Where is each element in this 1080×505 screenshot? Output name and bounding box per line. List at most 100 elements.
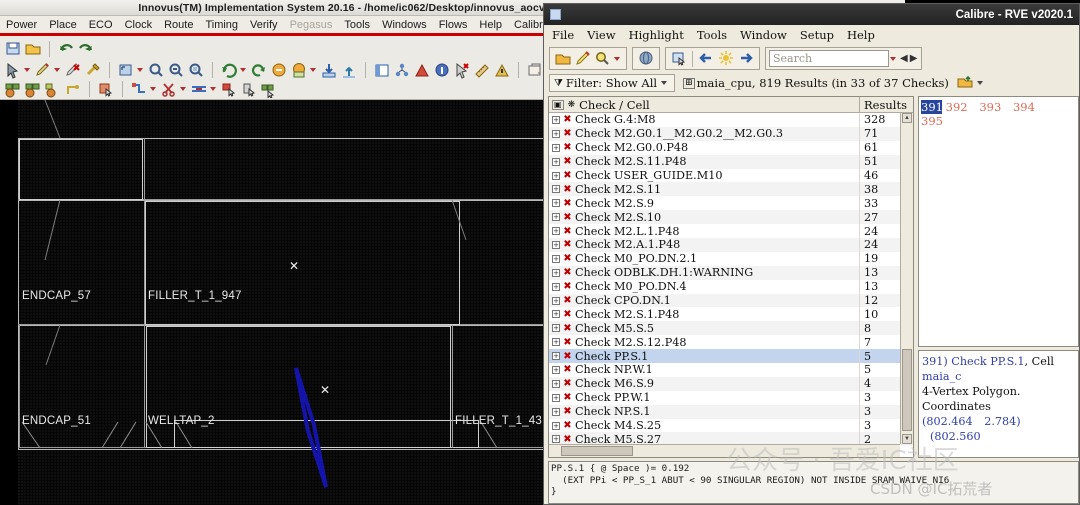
expand-icon[interactable]: + [552, 171, 560, 180]
menu-windows[interactable]: Windows [382, 19, 427, 31]
calibre-menu-file[interactable]: File [552, 28, 574, 42]
expand-icon[interactable]: + [552, 282, 560, 291]
spread-wires-icon[interactable] [190, 81, 208, 98]
chevron-down-icon[interactable] [661, 81, 668, 85]
layout-canvas[interactable]: ENDCAP_57 FILLER_T_1_947 ENDCAP_51 WELLT… [0, 100, 545, 505]
expand-icon[interactable]: + [552, 379, 560, 388]
redraw-icon[interactable] [220, 62, 238, 79]
menu-power[interactable]: Power [6, 19, 37, 31]
table-row[interactable]: + ✖ Check M2.S.10 27 [549, 210, 913, 225]
chevron-down-icon[interactable] [310, 68, 316, 72]
table-row[interactable]: + ✖ Check PP.S.1 5 [549, 349, 913, 364]
select-pointer-icon[interactable] [4, 62, 22, 79]
place-cells-icon[interactable] [4, 81, 22, 98]
result-number-394[interactable]: 394 [1013, 100, 1043, 114]
expand-icon[interactable]: + [552, 435, 560, 444]
highlight-sun-icon[interactable] [717, 50, 735, 67]
expand-icon[interactable]: + [552, 129, 560, 138]
table-row[interactable]: + ✖ Check G.4:M8 328 [549, 113, 913, 127]
table-row[interactable]: + ✖ Check M2.S.11 38 [549, 182, 913, 197]
calibre-menu-tools[interactable]: Tools [697, 28, 727, 42]
open-design-icon[interactable] [24, 40, 42, 57]
check-list-vertical-scrollbar[interactable]: ▲ ▼ [900, 113, 913, 444]
expand-icon[interactable]: + [552, 115, 560, 124]
chevron-down-icon[interactable] [240, 68, 246, 72]
undo-icon[interactable] [57, 40, 75, 57]
via-edit-icon[interactable] [240, 81, 258, 98]
refine-place-icon[interactable] [24, 81, 42, 98]
info-icon[interactable] [433, 62, 451, 79]
zoom-tool-icon[interactable] [594, 50, 612, 67]
eco-place-icon[interactable] [44, 81, 62, 98]
expand-icon[interactable]: + [552, 227, 560, 236]
expand-icon[interactable]: + [552, 268, 560, 277]
result-number-393[interactable]: 393 [979, 100, 1009, 114]
calibre-menu-view[interactable]: View [587, 28, 615, 42]
export-results-icon[interactable] [957, 75, 975, 92]
delete-wire-icon[interactable] [64, 62, 82, 79]
redo-icon[interactable] [77, 40, 95, 57]
calibre-menu-window[interactable]: Window [740, 28, 787, 42]
table-row[interactable]: + ✖ Check NP.W.1 5 [549, 363, 913, 377]
horizontal-scroll-thumb[interactable] [561, 446, 633, 456]
table-row[interactable]: + ✖ Check ODBLK.DH.1:WARNING 13 [549, 265, 913, 280]
hierarchy-icon[interactable] [393, 62, 411, 79]
table-row[interactable]: + ✖ Check M5.S.5 8 [549, 321, 913, 336]
route-icon[interactable] [130, 81, 148, 98]
save-snapshot-icon[interactable] [290, 62, 308, 79]
clear-violations-icon[interactable] [453, 62, 471, 79]
menu-tools[interactable]: Tools [344, 19, 370, 31]
table-row[interactable]: + ✖ Check M2.S.9 33 [549, 196, 913, 211]
expand-icon[interactable]: + [552, 393, 560, 402]
column-header-check-cell[interactable]: ▣ ❋ Check / Cell [549, 98, 859, 112]
zoom-selection-icon[interactable] [187, 62, 205, 79]
table-row[interactable]: + ✖ Check M2.G0.1__M2.G0.2__M2.G0.3 71 [549, 126, 913, 141]
result-number-391[interactable]: 391 [921, 100, 943, 114]
open-folder-icon[interactable] [554, 50, 572, 67]
power-route-icon[interactable] [260, 81, 278, 98]
check-list-rows[interactable]: + ✖ Check G.4:M8 328 + ✖ Check M2.G0.1__M2.G0.… [549, 113, 913, 447]
expand-icon[interactable]: + [552, 407, 560, 416]
scroll-down-icon[interactable]: ▼ [902, 434, 912, 444]
sphere-icon[interactable] [637, 50, 655, 67]
result-detail-pane[interactable]: 391) Check PP.S.1, Cell maia_c 4-Vertex … [918, 350, 1079, 458]
table-row[interactable]: + ✖ Check PP.W.1 3 [549, 390, 913, 405]
save-design-icon[interactable] [4, 40, 22, 57]
menu-verify[interactable]: Verify [250, 19, 278, 31]
table-row[interactable]: + ✖ Check M2.A.1.P48 24 [549, 238, 913, 252]
undo-history-icon[interactable] [270, 62, 288, 79]
chevron-down-icon[interactable] [24, 68, 30, 72]
prev-arrow-icon[interactable] [697, 50, 715, 67]
table-row[interactable]: + ✖ Check M2.L.1.P48 24 [549, 224, 913, 239]
table-row[interactable]: + ✖ Check M0_PO.DN.2.1 19 [549, 251, 913, 266]
ruler-icon[interactable] [473, 62, 491, 79]
result-number-395[interactable]: 395 [921, 114, 951, 128]
table-row[interactable]: + ✖ Check NP.S.1 3 [549, 404, 913, 419]
table-row[interactable]: + ✖ Check M6.S.9 4 [549, 376, 913, 391]
table-row[interactable]: + ✖ Check M2.S.1.P48 10 [549, 307, 913, 322]
table-row[interactable]: + ✖ Check M0_PO.DN.4 13 [549, 279, 913, 294]
menu-clock[interactable]: Clock [125, 19, 153, 31]
expand-icon[interactable]: + [552, 352, 560, 361]
import-icon[interactable] [320, 62, 338, 79]
expand-icon[interactable]: + [552, 310, 560, 319]
calibre-menu-setup[interactable]: Setup [800, 28, 834, 42]
expand-icon[interactable]: + [552, 324, 560, 333]
scroll-up-icon[interactable]: ▲ [902, 113, 912, 123]
table-row[interactable]: + ✖ Check CPO.DN.1 12 [549, 293, 913, 308]
next-arrow-icon[interactable] [737, 50, 755, 67]
highlight-pen-icon[interactable] [574, 50, 592, 67]
menu-route[interactable]: Route [164, 19, 193, 31]
results-number-pane[interactable]: 391 392 393 394 395 [918, 96, 1079, 347]
expand-icon[interactable]: + [552, 213, 560, 222]
expand-icon[interactable]: + [552, 240, 560, 249]
chevron-down-icon[interactable] [54, 68, 60, 72]
search-prev-icon[interactable]: ◀ [900, 53, 908, 64]
refresh-icon[interactable] [250, 62, 268, 79]
table-row[interactable]: + ✖ Check M2.S.12.P48 7 [549, 335, 913, 350]
edit-power-icon[interactable] [84, 62, 102, 79]
layout-sync-icon[interactable] [670, 50, 688, 67]
zoom-out-icon[interactable] [167, 62, 185, 79]
export-icon[interactable] [340, 62, 358, 79]
check-list-table[interactable]: ▣ ❋ Check / Cell Results + ✖ Check G.4:M8 3… [548, 96, 914, 458]
